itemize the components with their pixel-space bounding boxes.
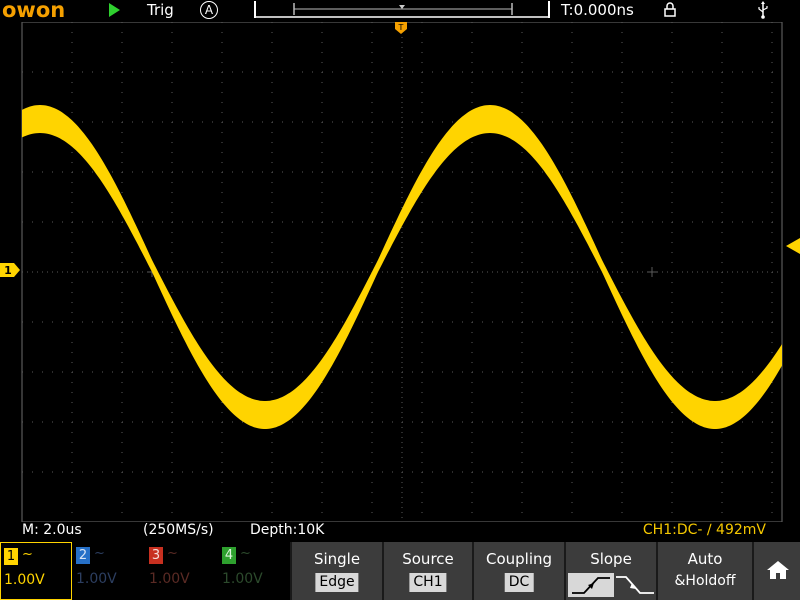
trigger-type-title: Single [313, 550, 361, 568]
channel1-box[interactable]: 1 ~ 1.00V [0, 542, 72, 600]
bottom-menu: 1 ~ 1.00V 2 ~ 1.00V 3 ~ 1.00V 4 ~ 1.00V … [0, 542, 800, 600]
trigger-mode-softkey[interactable]: Auto &Holdoff [656, 542, 752, 600]
trigger-coupling-title: Coupling [485, 550, 553, 568]
falling-slope-icon [616, 576, 654, 594]
logo-text: owon [2, 0, 66, 22]
trigger-status: Trig [147, 1, 174, 19]
lock-icon [664, 2, 676, 17]
record-depth-readout: Depth:10K [250, 522, 325, 538]
svg-text:1: 1 [4, 264, 12, 277]
trigger-holdoff-label: &Holdoff [674, 573, 736, 589]
channel2-box[interactable]: 2 ~ 1.00V [73, 542, 145, 600]
channel4-scale: 1.00V [222, 571, 263, 587]
trigger-type-value: Edge [315, 573, 359, 592]
trigger-slope-title: Slope [590, 550, 632, 568]
channel3-scale: 1.00V [149, 571, 190, 587]
channel4-number: 4 [222, 547, 236, 564]
channel2-coupling: ~ [94, 546, 105, 561]
channel1-coupling: ~ [22, 547, 33, 562]
trigger-info-readout: CH1:DC- ∕ 492mV [642, 522, 766, 538]
auto-trigger-mode-icon: A [200, 1, 218, 19]
trigger-coupling-softkey[interactable]: Coupling DC [472, 542, 564, 600]
trigger-source-title: Source [402, 550, 454, 568]
channel1-number: 1 [4, 548, 18, 565]
slope-selector [568, 573, 654, 597]
channel1-scale: 1.00V [4, 572, 45, 588]
trigger-slope-softkey[interactable]: Slope [564, 542, 656, 600]
channel2-number: 2 [76, 547, 90, 564]
owon-logo: owon [0, 0, 90, 22]
trigger-level-marker[interactable] [786, 238, 800, 254]
run-icon[interactable] [109, 3, 120, 17]
top-status-bar: owon Trig A T:0.000ns [0, 0, 800, 22]
timebase-readout: M: 2.0us [22, 522, 82, 538]
channel3-coupling: ~ [167, 546, 178, 561]
trigger-coupling-value: DC [504, 573, 534, 592]
time-offset: T:0.000ns [561, 1, 634, 19]
trigger-source-value: CH1 [409, 573, 447, 592]
horizontal-position-scrollbar[interactable] [254, 1, 550, 18]
channel2-scale: 1.00V [76, 571, 117, 587]
usb-icon [758, 1, 768, 19]
graticule [21, 22, 783, 522]
trigger-position-marker[interactable]: T [395, 22, 407, 34]
channel1-ground-marker[interactable]: 1 [0, 263, 20, 277]
channel3-box[interactable]: 3 ~ 1.00V [146, 542, 218, 600]
home-icon [767, 561, 789, 579]
channel3-number: 3 [149, 547, 163, 564]
home-button[interactable] [752, 542, 800, 600]
view-position-marker [399, 5, 405, 9]
trigger-source-softkey[interactable]: Source CH1 [382, 542, 472, 600]
trigger-type-softkey[interactable]: Single Edge [290, 542, 382, 600]
trigger-mode-title: Auto [687, 550, 723, 568]
channel4-box[interactable]: 4 ~ 1.00V [219, 542, 291, 600]
sample-rate-readout: (250MS/s) [143, 522, 214, 538]
svg-text:T: T [398, 23, 404, 32]
channel4-coupling: ~ [240, 546, 251, 561]
waveform-display[interactable]: T 1 [0, 22, 800, 522]
